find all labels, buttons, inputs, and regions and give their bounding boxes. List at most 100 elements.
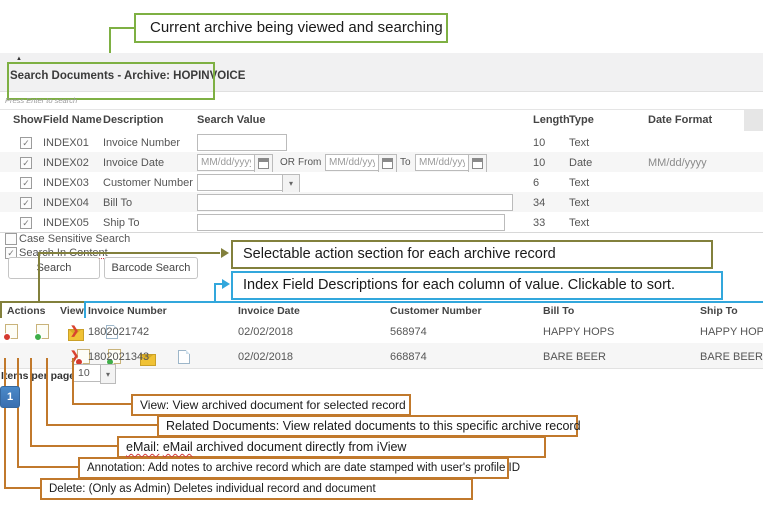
annotation-annotation: Annotation: Add notes to archive record … xyxy=(78,457,509,479)
field-desc-index04: Bill To xyxy=(103,197,132,209)
col-search-value[interactable]: Search Value xyxy=(197,114,266,126)
col-type[interactable]: Type xyxy=(569,114,594,126)
cell-invoice-number: 1802021742 xyxy=(88,326,149,338)
col-field-name[interactable]: Field Name xyxy=(43,114,102,126)
blue-arrow-right-icon xyxy=(222,279,230,289)
cell-ship-to: BARE BEER xyxy=(700,351,763,363)
invoice-date-to-input[interactable] xyxy=(415,154,469,171)
cell-customer-number: 668874 xyxy=(390,351,427,363)
case-sensitive-label: Case Sensitive Search xyxy=(19,233,130,245)
bill-to-input[interactable] xyxy=(197,194,513,211)
email-connector-vertical xyxy=(30,358,32,447)
annotation-action-section-text: Selectable action section for each archi… xyxy=(243,246,556,262)
view-arrow-icon[interactable]: ❯ xyxy=(70,324,79,337)
field-length-index01: 10 xyxy=(533,137,545,149)
search-button[interactable]: Search xyxy=(8,257,100,279)
field-type-index03: Text xyxy=(569,177,589,189)
chevron-down-icon: ▾ xyxy=(289,179,293,188)
annotation-email-rest: archived document directly from iView xyxy=(193,440,407,454)
field-name-index03: INDEX03 xyxy=(43,177,89,189)
annotation-connector-vertical xyxy=(17,358,19,468)
col-customer-number[interactable]: Customer Number xyxy=(390,305,482,317)
annotation-delete: Delete: (Only as Admin) Deletes individu… xyxy=(40,478,473,500)
field-name-index01: INDEX01 xyxy=(43,137,89,149)
col-bill-to[interactable]: Bill To xyxy=(543,305,574,317)
field-type-index04: Text xyxy=(569,197,589,209)
calendar-icon xyxy=(258,158,269,169)
blue-connector-horizontal xyxy=(214,283,222,285)
related-connector-horizontal xyxy=(46,424,157,426)
annotation-index-fields-text: Index Field Descriptions for each column… xyxy=(243,277,675,293)
field-type-index05: Text xyxy=(569,217,589,229)
related-connector-vertical xyxy=(46,358,48,426)
cell-invoice-number: 1802021343 xyxy=(88,351,149,363)
red-dot xyxy=(3,333,11,341)
annotation-related: Related Documents: View related document… xyxy=(157,415,578,437)
annotation-related-text: Related Documents: View related document… xyxy=(166,419,581,433)
scrollbar-corner xyxy=(744,110,763,131)
col-show[interactable]: Show xyxy=(13,114,42,126)
delete-connector-horizontal xyxy=(4,487,40,489)
field-desc-index02: Invoice Date xyxy=(103,157,164,169)
case-sensitive-checkbox[interactable] xyxy=(5,233,17,245)
col-length[interactable]: Length xyxy=(533,114,570,126)
delete-connector-vertical xyxy=(4,358,6,489)
annotation-annotation-text: Annotation: Add notes to archive record … xyxy=(87,462,520,474)
show-checkbox-index02[interactable]: ✓ xyxy=(20,157,32,169)
cell-invoice-date: 02/02/2018 xyxy=(238,351,293,363)
field-length-index02: 10 xyxy=(533,157,545,169)
show-checkbox-index03[interactable]: ✓ xyxy=(20,177,32,189)
view-connector-vertical xyxy=(72,358,74,405)
cell-customer-number: 568974 xyxy=(390,326,427,338)
annotation-email: eMail: eMail archived document directly … xyxy=(117,436,546,458)
col-view: View xyxy=(60,305,84,317)
customer-number-input[interactable] xyxy=(197,174,283,191)
field-length-index04: 34 xyxy=(533,197,545,209)
related-documents-icon[interactable] xyxy=(178,350,190,364)
col-invoice-date[interactable]: Invoice Date xyxy=(238,305,300,317)
annotation-icon[interactable] xyxy=(36,324,49,339)
invoice-date-input[interactable] xyxy=(197,154,255,171)
olive-arrow-right-icon xyxy=(221,248,229,258)
green-connector-horizontal xyxy=(109,27,135,29)
field-desc-index01: Invoice Number xyxy=(103,137,180,149)
items-per-page-dropdown-button[interactable]: ▾ xyxy=(100,364,116,384)
field-length-index03: 6 xyxy=(533,177,539,189)
view-connector-horizontal xyxy=(72,403,131,405)
from-label: From xyxy=(298,157,321,168)
field-type-index02: Date xyxy=(569,157,592,169)
barcode-search-button[interactable]: Barcode Search xyxy=(104,257,198,279)
calendar-button-2[interactable] xyxy=(378,154,397,173)
annotation-view-text: View: View archived document for selecte… xyxy=(140,398,406,412)
calendar-button-1[interactable] xyxy=(254,154,273,173)
show-checkbox-index04[interactable]: ✓ xyxy=(20,197,32,209)
iview-search-screen: Current archive being viewed and searchi… xyxy=(0,0,763,509)
customer-number-dropdown-button[interactable]: ▾ xyxy=(282,174,300,193)
col-ship-to[interactable]: Ship To xyxy=(700,305,738,317)
ship-to-input[interactable] xyxy=(197,214,505,231)
col-description[interactable]: Description xyxy=(103,114,164,126)
delete-icon[interactable] xyxy=(5,324,18,339)
annotation-email-word2: eMail xyxy=(163,440,193,454)
cell-invoice-date: 02/02/2018 xyxy=(238,326,293,338)
annotation-index-fields: Index Field Descriptions for each column… xyxy=(231,271,723,300)
page-1-button[interactable]: 1 xyxy=(0,386,20,408)
show-checkbox-index01[interactable]: ✓ xyxy=(20,137,32,149)
annotation-action-section: Selectable action section for each archi… xyxy=(231,240,713,269)
field-name-index05: INDEX05 xyxy=(43,217,89,229)
annotation-connector-horizontal xyxy=(17,466,78,468)
invoice-date-from-input[interactable] xyxy=(325,154,379,171)
invoice-number-input[interactable] xyxy=(197,134,287,151)
field-name-index02: INDEX02 xyxy=(43,157,89,169)
field-type-index01: Text xyxy=(569,137,589,149)
field-length-index05: 33 xyxy=(533,217,545,229)
calendar-button-3[interactable] xyxy=(468,154,487,173)
col-date-format[interactable]: Date Format xyxy=(648,114,712,126)
col-invoice-number[interactable]: Invoice Number xyxy=(88,305,167,317)
to-label: To xyxy=(400,157,411,168)
field-desc-index03: Customer Number xyxy=(103,177,193,189)
items-per-page-label: Items per page: xyxy=(1,370,79,382)
show-checkbox-index05[interactable]: ✓ xyxy=(20,217,32,229)
blue-connector-vertical xyxy=(214,283,216,302)
olive-connector-horizontal xyxy=(38,252,220,254)
